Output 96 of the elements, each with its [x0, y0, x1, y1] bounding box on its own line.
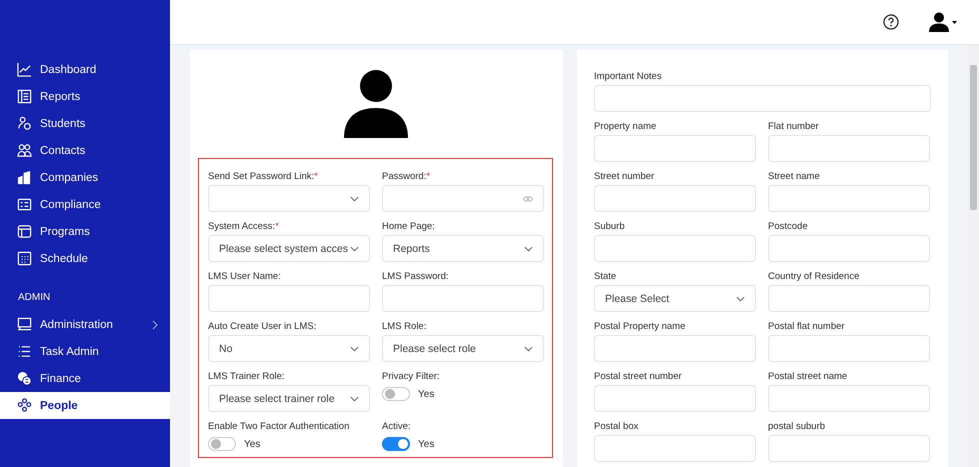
list-icon [17, 344, 32, 359]
sidebar-item[interactable]: Reports [0, 83, 170, 110]
input-field[interactable] [768, 185, 930, 212]
sidebar-item[interactable]: Compliance [0, 191, 170, 218]
toggle-label: Yes [418, 438, 434, 450]
field-label: LMS Trainer Role: [208, 371, 285, 382]
sidebar-item[interactable]: Contacts [0, 137, 170, 164]
field-label: LMS Role: [382, 321, 426, 332]
field-label: Flat number [768, 121, 819, 132]
field-label: Postal street name [768, 371, 848, 382]
field-label: LMS User Name: [208, 271, 281, 282]
field-label: Postcode [768, 221, 808, 232]
input-field[interactable] [594, 85, 931, 112]
chevron-down-icon [350, 196, 359, 202]
dropdown[interactable] [208, 185, 370, 212]
input-field[interactable] [594, 135, 756, 162]
field-label: Postal box [594, 421, 638, 432]
sidebar-item[interactable]: Programs [0, 218, 170, 245]
sidebar-item[interactable]: Administration [0, 311, 170, 338]
dropdown[interactable]: Please select role [382, 335, 544, 362]
input-field[interactable] [768, 135, 930, 162]
field-label: System Access:* [208, 221, 279, 232]
sidebar-item[interactable]: Finance [0, 365, 170, 392]
scrollbar[interactable] [968, 45, 979, 467]
field-label: Send Set Password Link:* [208, 171, 318, 182]
chevron-down-icon [736, 296, 745, 302]
input-field[interactable] [768, 285, 930, 312]
field-label: Postal street number [594, 371, 682, 382]
field-label: postal suburb [768, 421, 826, 432]
field-label: State [594, 271, 616, 282]
field-label: Property name [594, 121, 656, 132]
sidebar-item[interactable]: People [0, 392, 170, 419]
toggle-switch[interactable] [208, 437, 236, 451]
user-menu[interactable] [929, 12, 957, 32]
input-field[interactable] [594, 435, 756, 462]
eye-icon [523, 194, 533, 202]
building-icon [17, 170, 32, 185]
chevron-down-icon [524, 246, 533, 252]
window-icon [17, 224, 32, 239]
input-field[interactable] [768, 235, 930, 262]
field-label: Postal Property name [594, 321, 686, 332]
field-label: Auto Create User in LMS: [208, 321, 316, 332]
chevron-down-icon [524, 346, 533, 352]
sidebar-item[interactable]: Task Admin [0, 338, 170, 365]
input-field[interactable] [594, 235, 756, 262]
input-field[interactable] [382, 285, 544, 312]
input-field[interactable] [208, 285, 370, 312]
chevron-down-icon [350, 246, 359, 252]
checklist-icon [17, 197, 32, 212]
caret-icon [952, 20, 957, 24]
sidebar-item[interactable]: Companies [0, 164, 170, 191]
document-icon [17, 89, 32, 104]
input-field[interactable] [768, 335, 930, 362]
toggle-switch[interactable] [382, 437, 410, 451]
section-heading: ADMIN [17, 291, 50, 305]
computer-icon [17, 317, 32, 332]
field-label: Postal flat number [768, 321, 845, 332]
dropdown[interactable]: Please select trainer role [208, 385, 370, 412]
toggle-switch[interactable] [382, 387, 410, 401]
field-label: Country of Residence [768, 271, 860, 282]
sidebar-item[interactable]: Schedule [0, 245, 170, 272]
chevron-down-icon [350, 396, 359, 402]
field-label: Active: [382, 421, 411, 432]
calendar-icon [17, 251, 32, 266]
password-field[interactable] [382, 185, 544, 212]
dropdown[interactable]: Please Select [594, 285, 756, 312]
field-label: Important Notes [594, 71, 662, 82]
help-icon[interactable] [883, 14, 899, 30]
field-label: Street name [768, 171, 820, 182]
input-field[interactable] [594, 385, 756, 412]
field-label: Enable Two Factor Authentication [208, 421, 350, 432]
field-label: Street number [594, 171, 654, 182]
input-field[interactable] [594, 185, 756, 212]
field-label: Password:* [382, 171, 430, 182]
dropdown[interactable]: Please select system acces [208, 235, 370, 262]
people-icon [17, 116, 32, 131]
input-field[interactable] [594, 335, 756, 362]
dropdown[interactable]: Reports [382, 235, 544, 262]
sidebar-item[interactable]: Students [0, 110, 170, 137]
field-label: Home Page: [382, 221, 435, 232]
field-label: Privacy Filter: [382, 371, 440, 382]
users-icon [17, 143, 32, 158]
field-label: LMS Password: [382, 271, 449, 282]
coins-icon [17, 371, 32, 386]
user-icon [929, 12, 949, 32]
chevron-down-icon [350, 346, 359, 352]
input-field[interactable] [768, 385, 930, 412]
field-label: Suburb [594, 221, 625, 232]
avatar-icon [344, 70, 408, 138]
input-field[interactable] [768, 435, 930, 462]
chart-icon [17, 62, 32, 77]
people-icon [17, 398, 32, 413]
sidebar-item[interactable]: Dashboard [0, 56, 170, 83]
toggle-label: Yes [418, 388, 434, 400]
toggle-label: Yes [244, 438, 260, 450]
dropdown[interactable]: No [208, 335, 370, 362]
